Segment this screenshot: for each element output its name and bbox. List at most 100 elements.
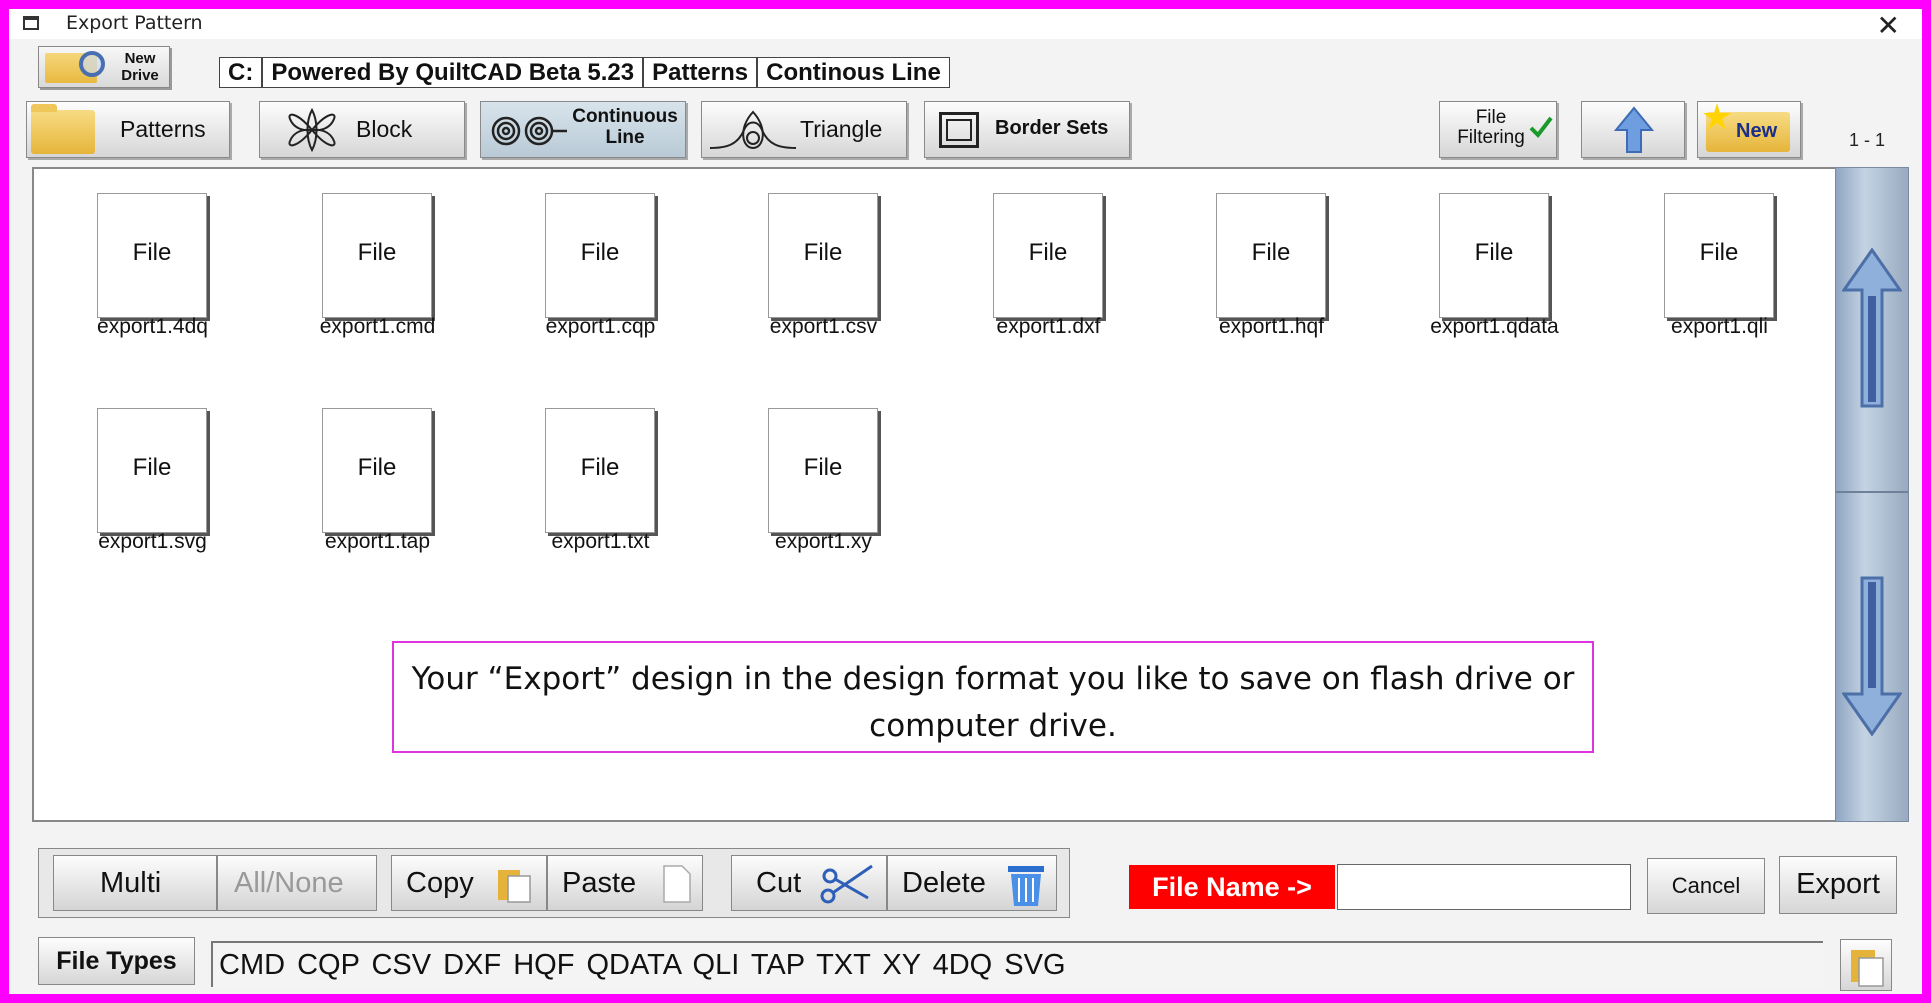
folder-icon [31, 104, 95, 154]
file-name: export1.cmd [319, 315, 436, 338]
copy-button[interactable]: Copy [391, 855, 547, 911]
file-name: export1.xy [775, 530, 872, 553]
arrow-down-icon [1842, 576, 1902, 736]
multi-button[interactable]: Multi [53, 855, 217, 911]
file-name: export1.tap [324, 530, 431, 553]
new-folder-button[interactable]: New [1697, 101, 1801, 158]
file-icon: File [322, 408, 432, 533]
all-none-label: All/None [234, 867, 344, 899]
clipboard-icon [498, 870, 531, 903]
file-item[interactable]: File export1.tap [290, 408, 450, 558]
scroll-up-button[interactable] [1836, 168, 1908, 493]
breadcrumb-drive[interactable]: C: [220, 58, 264, 87]
file-name: export1.cqp [545, 315, 656, 338]
file-name: export1.dxf [996, 315, 1101, 338]
paste-button[interactable]: Paste [547, 855, 703, 911]
file-item[interactable]: File export1.dxf [961, 193, 1121, 343]
block-icon [288, 107, 336, 153]
new-drive-button[interactable]: New Drive [38, 46, 170, 88]
scrollbar[interactable] [1835, 167, 1909, 822]
breadcrumb-continuous-line[interactable]: Continous Line [758, 58, 949, 87]
cancel-button[interactable]: Cancel [1647, 858, 1765, 914]
tab-block-label: Block [356, 116, 413, 142]
breadcrumb: C: Powered By QuiltCAD Beta 5.23 Pattern… [219, 57, 950, 88]
star-icon [1703, 103, 1731, 130]
page-range: 1 - 1 [1849, 130, 1886, 150]
clipboard-icon [1851, 950, 1884, 987]
file-item[interactable]: File export1.txt [513, 408, 673, 558]
title-bar: Export Pattern ✕ [9, 9, 1922, 42]
new-drive-label-1: New [124, 50, 156, 67]
delete-label: Delete [902, 867, 986, 899]
file-filtering-label-2: Filtering [1457, 127, 1525, 148]
file-name-label: File Name -> [1129, 865, 1335, 909]
export-button[interactable]: Export [1779, 856, 1897, 914]
file-name: export1.qdata [1430, 315, 1559, 338]
close-icon[interactable]: ✕ [1877, 9, 1900, 42]
tab-triangle[interactable]: Triangle [701, 101, 907, 158]
delete-button[interactable]: Delete [887, 855, 1057, 911]
file-icon: File [1664, 193, 1774, 318]
cut-label: Cut [756, 867, 802, 899]
new-drive-label-2: Drive [121, 67, 159, 84]
tab-continuous-label-2: Line [605, 127, 645, 148]
scissors-icon [820, 864, 873, 904]
file-item[interactable]: File export1.svg [65, 408, 225, 558]
file-item[interactable]: File export1.csv [736, 193, 896, 343]
file-types-list: CMD CQP CSV DXF HQF QDATA QLI TAP TXT XY… [211, 941, 1823, 987]
file-icon: File [768, 193, 878, 318]
breadcrumb-patterns[interactable]: Patterns [644, 58, 759, 87]
file-item[interactable]: File export1.qdata [1407, 193, 1567, 343]
file-icon: File [768, 408, 878, 533]
tab-triangle-label: Triangle [800, 116, 883, 142]
window-title: Export Pattern [66, 12, 203, 34]
file-item[interactable]: File export1.cmd [290, 193, 450, 343]
edit-toolbar: Multi All/None Copy Paste Cut Delete [38, 848, 1070, 918]
file-icon: File [545, 408, 655, 533]
file-icon: File [97, 193, 207, 318]
file-name: export1.4dq [97, 315, 208, 338]
trash-icon [1008, 866, 1044, 906]
folder-up-button[interactable] [1581, 101, 1685, 158]
file-name: export1.csv [769, 315, 878, 338]
file-name: export1.svg [98, 530, 207, 553]
file-filtering-button[interactable]: File Filtering [1439, 101, 1557, 158]
tab-patterns-label: Patterns [120, 116, 206, 142]
copy-label: Copy [406, 867, 474, 899]
file-filtering-label-1: File [1475, 107, 1507, 128]
breadcrumb-root[interactable]: Powered By QuiltCAD Beta 5.23 [263, 58, 645, 87]
arrow-up-icon [1614, 106, 1654, 153]
file-icon: File [322, 193, 432, 318]
file-icon: File [993, 193, 1103, 318]
border-icon [939, 112, 979, 148]
all-none-button[interactable]: All/None [217, 855, 377, 911]
file-item[interactable]: File export1.xy [736, 408, 896, 558]
spiral-icon [491, 116, 567, 146]
clipboard-button[interactable] [1840, 939, 1892, 991]
file-name: export1.qli [1671, 315, 1768, 338]
file-name-input[interactable] [1337, 864, 1631, 910]
tab-block[interactable]: Block [259, 101, 465, 158]
scroll-down-button[interactable] [1836, 496, 1908, 821]
file-item[interactable]: File export1.hqf [1184, 193, 1344, 343]
file-icon: File [1439, 193, 1549, 318]
file-icon: File [1216, 193, 1326, 318]
file-icon: File [545, 193, 655, 318]
tab-continuous-line[interactable]: Continuous Line [480, 101, 686, 158]
file-item[interactable]: File export1.4dq [65, 193, 225, 343]
document-icon [663, 865, 691, 903]
file-name: export1.txt [551, 530, 650, 553]
file-name: export1.hqf [1218, 315, 1325, 338]
tab-continuous-label-1: Continuous [572, 106, 678, 127]
app-icon [23, 16, 39, 30]
file-types-button[interactable]: File Types [38, 937, 195, 985]
paste-label: Paste [562, 867, 637, 899]
file-icon: File [97, 408, 207, 533]
file-item[interactable]: File export1.cqp [513, 193, 673, 343]
file-item[interactable]: File export1.qli [1632, 193, 1792, 343]
tab-patterns[interactable]: Patterns [26, 101, 230, 158]
cut-button[interactable]: Cut [731, 855, 887, 911]
tab-border-sets[interactable]: Border Sets [924, 101, 1130, 158]
multi-label: Multi [100, 867, 162, 899]
magnifier-icon [79, 51, 105, 77]
